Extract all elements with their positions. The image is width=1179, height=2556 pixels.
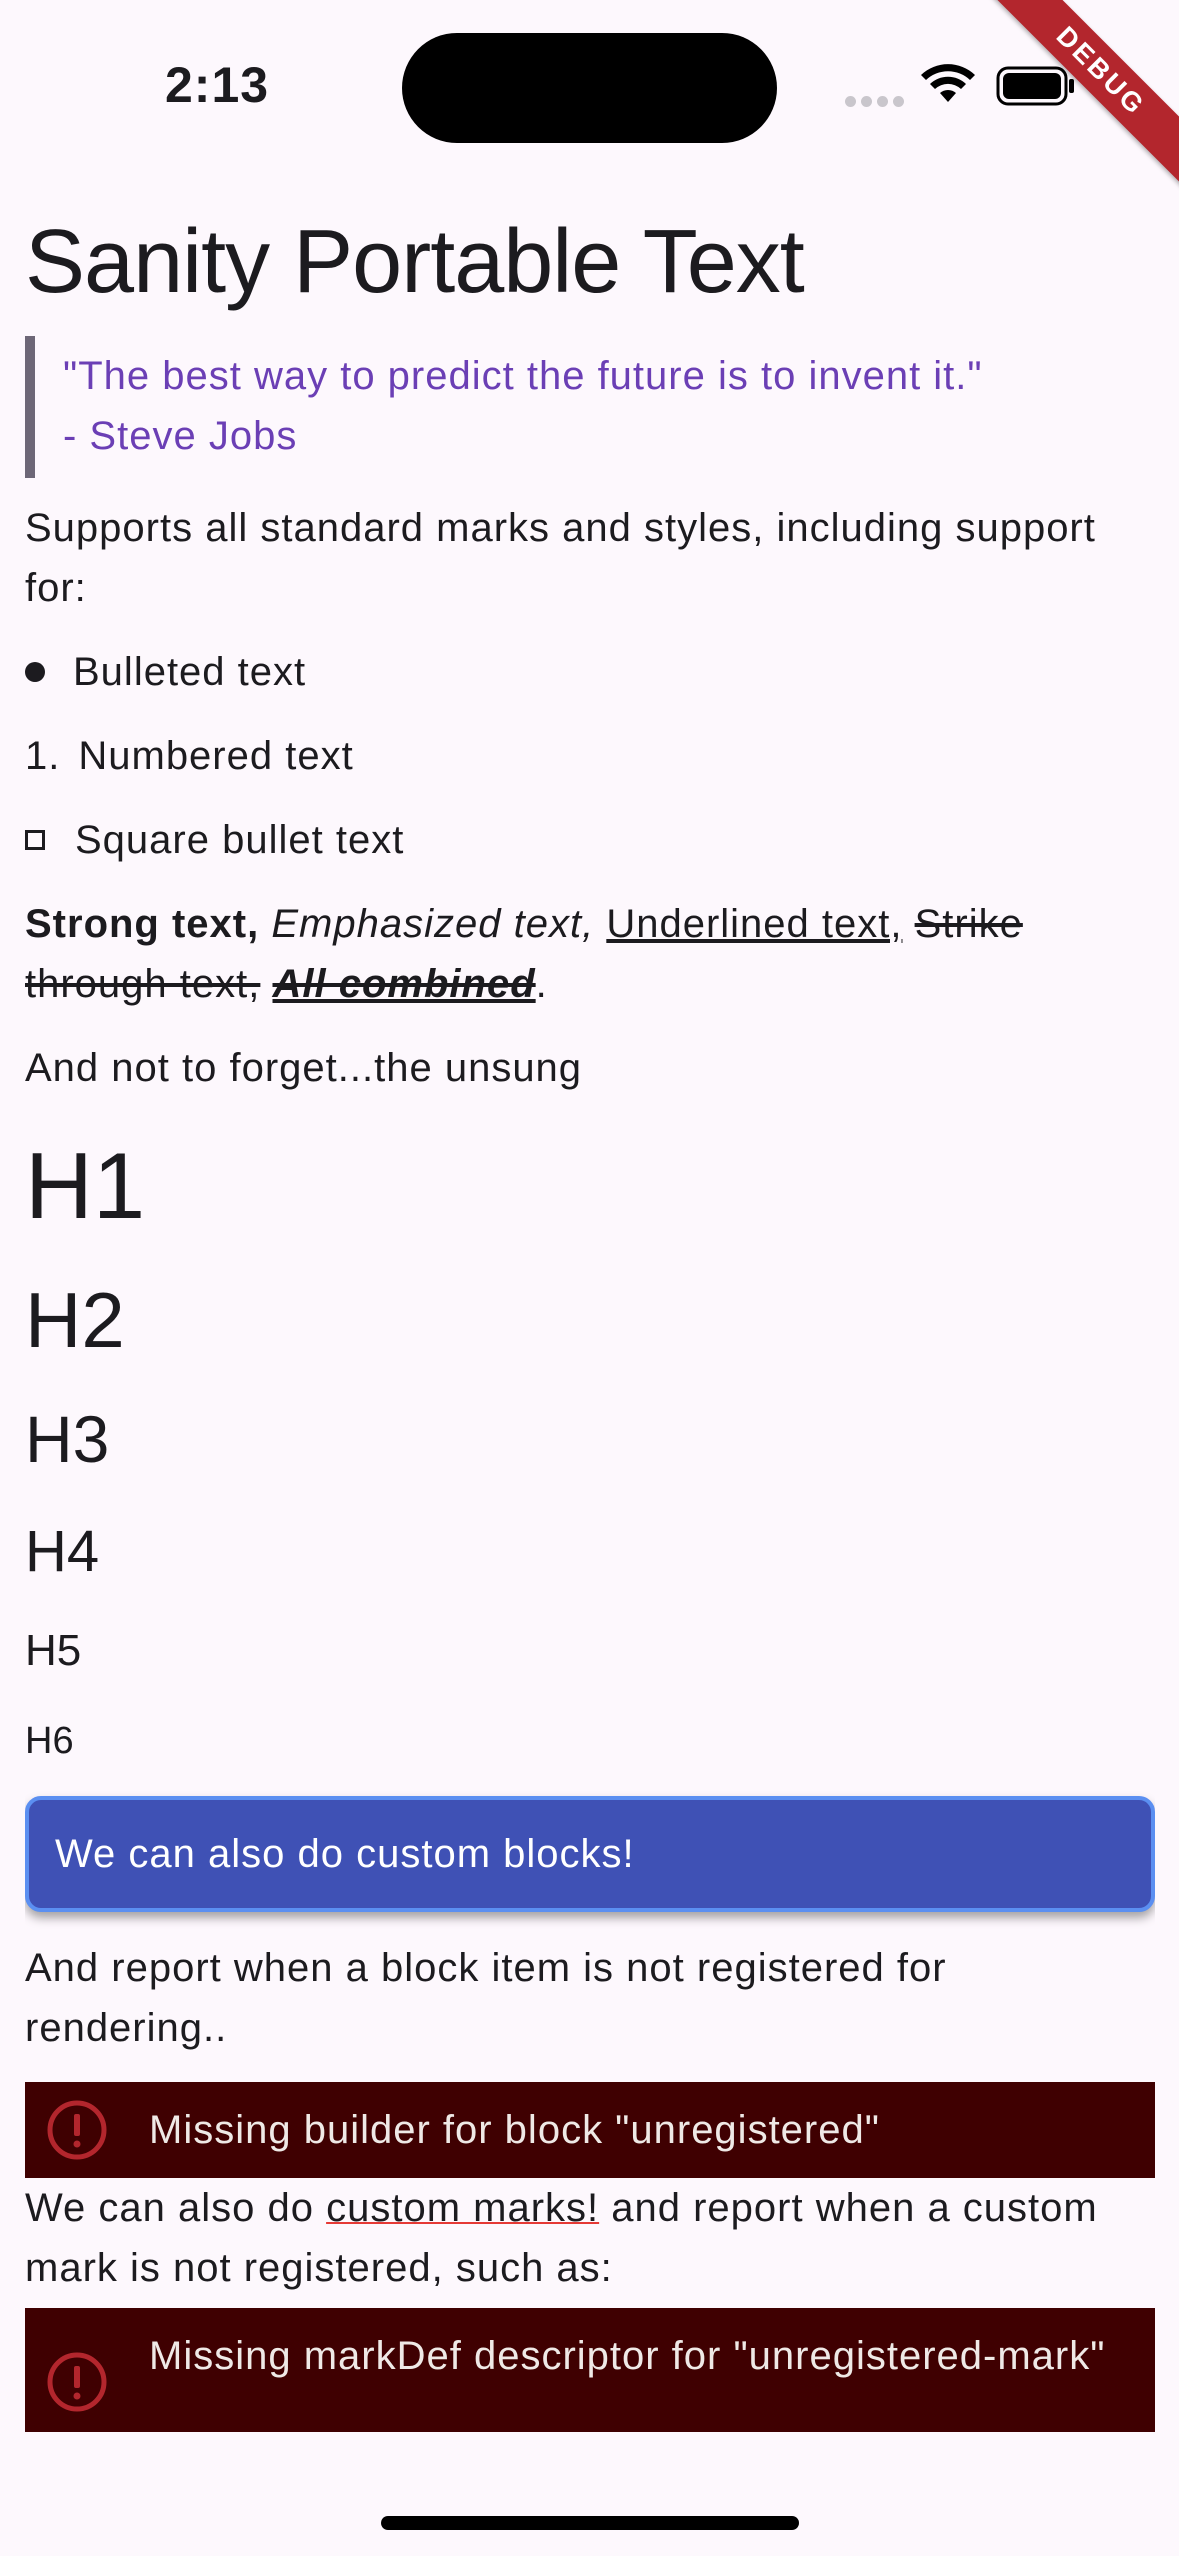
strong-text: Strong text, bbox=[25, 902, 260, 946]
heading-h1: H1 bbox=[25, 1133, 146, 1238]
missing-markdef-error: Missing markDef descriptor for "unregist… bbox=[25, 2308, 1155, 2432]
page-title: Sanity Portable Text bbox=[25, 212, 805, 312]
status-time: 2:13 bbox=[165, 57, 270, 113]
custom-block-text: We can also do custom blocks! bbox=[55, 1831, 635, 1876]
heading-h2: H2 bbox=[25, 1276, 125, 1364]
emphasized-text: Emphasized text, bbox=[271, 902, 595, 946]
numbered-text: Numbered text bbox=[78, 734, 354, 778]
heading-h3: H3 bbox=[25, 1402, 110, 1476]
custom-block: We can also do custom blocks! bbox=[25, 1796, 1155, 1912]
square-bullet-icon bbox=[25, 830, 45, 850]
heading-h5: H5 bbox=[25, 1626, 82, 1675]
bullet-text: Bulleted text bbox=[73, 650, 307, 694]
bullet-icon bbox=[25, 662, 45, 682]
bullet-list-item: Bulleted text bbox=[25, 642, 1155, 702]
error-text: Missing markDef descriptor for "unregist… bbox=[149, 2334, 1106, 2378]
debug-banner: DEBUG bbox=[979, 0, 1179, 200]
numbered-list-item: 1. Numbered text bbox=[25, 726, 1155, 786]
dynamic-island bbox=[402, 33, 777, 143]
error-icon bbox=[47, 2352, 107, 2412]
blockquote: "The best way to predict the future is t… bbox=[25, 336, 1155, 478]
status-bar: 2:13 DEBUG bbox=[0, 0, 1179, 194]
heading-h6: H6 bbox=[25, 1720, 74, 1762]
debug-label: DEBUG bbox=[979, 0, 1179, 194]
heading-h4: H4 bbox=[25, 1519, 100, 1584]
square-list-item: Square bullet text bbox=[25, 810, 1155, 870]
custom-mark-link[interactable]: custom marks! bbox=[326, 2186, 599, 2230]
underlined-text: Underlined text, bbox=[606, 902, 903, 946]
signal-icon bbox=[845, 96, 905, 108]
number-marker: 1. bbox=[25, 734, 61, 778]
report-paragraph: And report when a block item is not regi… bbox=[25, 1946, 947, 2050]
period: . bbox=[535, 962, 548, 1006]
intro-paragraph: Supports all standard marks and styles, … bbox=[25, 506, 1096, 610]
error-text: Missing builder for block "unregistered" bbox=[149, 2107, 880, 2152]
marks-paragraph: Strong text, Emphasized text, Underlined… bbox=[25, 894, 1155, 1014]
quote-author: - Steve Jobs bbox=[63, 414, 298, 458]
wifi-icon bbox=[921, 64, 975, 102]
unsung-paragraph: And not to forget...the unsung bbox=[25, 1046, 583, 1090]
error-icon bbox=[47, 2100, 107, 2160]
quote-text: "The best way to predict the future is t… bbox=[63, 354, 983, 398]
square-text: Square bullet text bbox=[75, 818, 405, 862]
custom-marks-before: We can also do bbox=[25, 2186, 327, 2230]
missing-builder-error: Missing builder for block "unregistered" bbox=[25, 2082, 1155, 2178]
combined-text: All combined bbox=[272, 962, 536, 1006]
home-indicator[interactable] bbox=[381, 2516, 799, 2530]
portable-text-content: Sanity Portable Text "The best way to pr… bbox=[25, 210, 1155, 2432]
custom-marks-paragraph: We can also do custom marks! and report … bbox=[25, 2178, 1155, 2298]
